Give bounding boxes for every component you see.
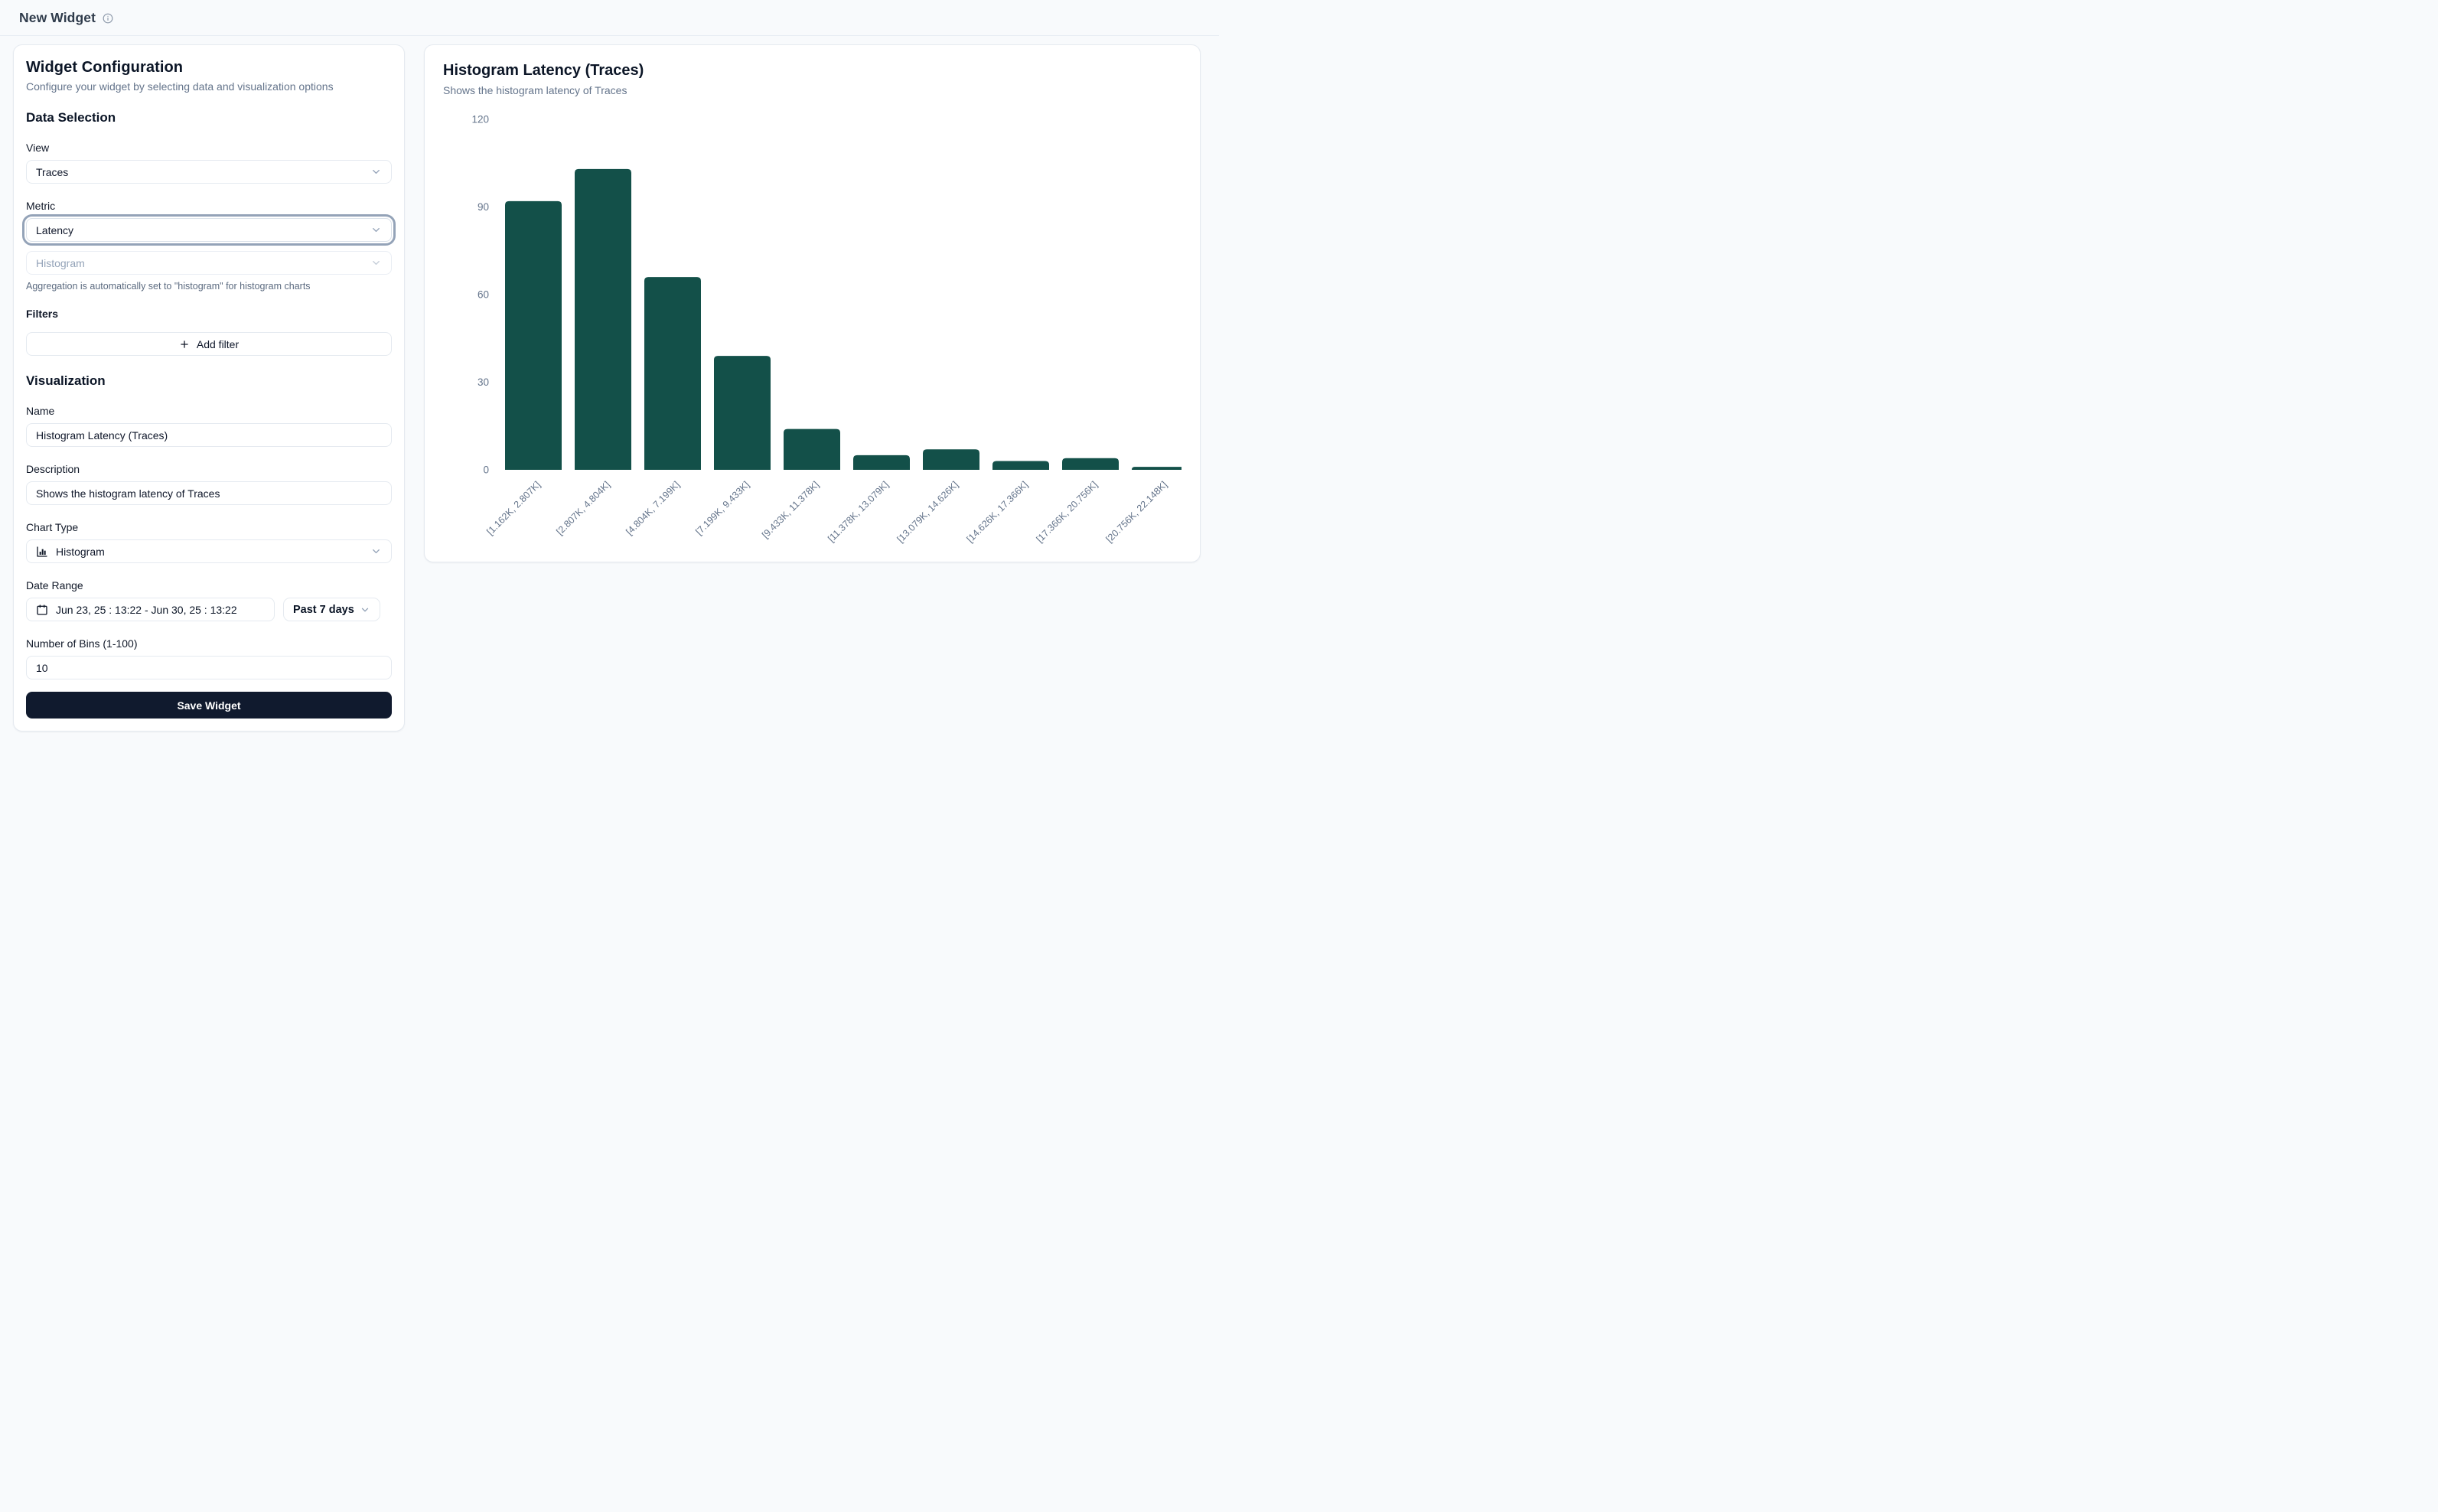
chevron-down-icon bbox=[360, 604, 370, 615]
chevron-down-icon bbox=[370, 224, 382, 236]
histogram-bar bbox=[853, 455, 910, 470]
data-selection-heading: Data Selection bbox=[26, 110, 392, 125]
histogram-bar bbox=[992, 461, 1049, 470]
x-axis-tick-label: [9.433K, 11.378K] bbox=[760, 479, 821, 540]
chart-subtitle: Shows the histogram latency of Traces bbox=[443, 84, 1182, 96]
histogram-bar bbox=[575, 169, 631, 470]
config-title: Widget Configuration bbox=[26, 59, 392, 77]
x-axis-tick-label: [11.378K, 13.079K] bbox=[826, 479, 891, 544]
x-axis-tick-label: [1.162K, 2.807K] bbox=[484, 479, 543, 537]
histogram-bar bbox=[1132, 467, 1182, 470]
y-axis-tick-label: 30 bbox=[477, 376, 489, 388]
histogram-bar bbox=[923, 449, 979, 470]
chart-preview-panel: Histogram Latency (Traces) Shows the his… bbox=[424, 44, 1201, 562]
histogram-bar bbox=[644, 277, 701, 470]
date-preset-value: Past 7 days bbox=[293, 604, 354, 616]
bins-input[interactable] bbox=[26, 656, 392, 679]
aggregation-select: Histogram bbox=[26, 251, 392, 275]
histogram-bar bbox=[1062, 458, 1119, 470]
date-range-value: Jun 23, 25 : 13:22 - Jun 30, 25 : 13:22 bbox=[56, 604, 237, 616]
config-subtitle: Configure your widget by selecting data … bbox=[26, 80, 392, 93]
x-axis-tick-label: [14.626K, 17.366K] bbox=[965, 479, 1031, 545]
chart-type-select-value: Histogram bbox=[56, 546, 105, 558]
histogram-bar bbox=[505, 201, 562, 470]
aggregation-helper-text: Aggregation is automatically set to "his… bbox=[26, 281, 392, 292]
chevron-down-icon bbox=[370, 257, 382, 269]
plus-icon bbox=[179, 339, 190, 350]
metric-label: Metric bbox=[26, 200, 392, 212]
x-axis-tick-label: [17.366K, 20.756K] bbox=[1035, 479, 1100, 545]
histogram-bar bbox=[714, 356, 771, 470]
histogram-chart: 0 30 60 90 120 [1.162K, 2.807K][2.807K, 4.804… bbox=[443, 103, 1182, 550]
x-axis-tick-label: [4.804K, 7.199K] bbox=[624, 479, 682, 537]
date-range-label: Date Range bbox=[26, 579, 392, 591]
metric-select[interactable]: Latency bbox=[26, 218, 392, 242]
x-axis-tick-label: [13.079K, 14.626K] bbox=[895, 479, 961, 545]
y-axis-tick-label: 90 bbox=[477, 201, 489, 213]
name-input[interactable] bbox=[26, 423, 392, 447]
view-label: View bbox=[26, 142, 392, 154]
metric-select-value: Latency bbox=[36, 224, 73, 236]
aggregation-select-value: Histogram bbox=[36, 257, 85, 269]
view-select[interactable]: Traces bbox=[26, 160, 392, 184]
x-axis-tick-label: [20.756K, 22.148K] bbox=[1104, 479, 1170, 545]
y-axis-tick-label: 120 bbox=[471, 114, 489, 125]
view-select-value: Traces bbox=[36, 166, 68, 178]
y-axis-tick-label: 60 bbox=[477, 289, 489, 301]
save-widget-button[interactable]: Save Widget bbox=[26, 692, 392, 719]
chevron-down-icon bbox=[370, 166, 382, 178]
chart-title: Histogram Latency (Traces) bbox=[443, 62, 1182, 80]
y-axis-tick-label: 0 bbox=[483, 464, 489, 476]
page-header: New Widget bbox=[0, 0, 1219, 36]
x-axis-tick-label: [7.199K, 9.433K] bbox=[693, 479, 751, 537]
filters-label: Filters bbox=[26, 308, 392, 320]
chart-area: 0 30 60 90 120 [1.162K, 2.807K][2.807K, 4.804… bbox=[443, 103, 1182, 554]
page-title: New Widget bbox=[19, 10, 96, 26]
widget-configuration-panel: Widget Configuration Configure your widg… bbox=[13, 44, 405, 732]
x-axis-tick-label: [2.807K, 4.804K] bbox=[554, 479, 612, 537]
description-label: Description bbox=[26, 463, 392, 475]
calendar-icon bbox=[36, 604, 48, 616]
chart-type-label: Chart Type bbox=[26, 521, 392, 533]
add-filter-label: Add filter bbox=[197, 338, 239, 350]
chart-type-select[interactable]: Histogram bbox=[26, 539, 392, 563]
chevron-down-icon bbox=[370, 546, 382, 557]
bins-label: Number of Bins (1-100) bbox=[26, 637, 392, 650]
main-content: Widget Configuration Configure your widg… bbox=[0, 36, 1219, 732]
visualization-heading: Visualization bbox=[26, 373, 392, 389]
histogram-chart-icon bbox=[36, 546, 48, 558]
date-range-button[interactable]: Jun 23, 25 : 13:22 - Jun 30, 25 : 13:22 bbox=[26, 598, 275, 621]
histogram-bar bbox=[784, 429, 840, 470]
date-preset-select[interactable]: Past 7 days bbox=[283, 598, 380, 621]
name-label: Name bbox=[26, 405, 392, 417]
description-input[interactable] bbox=[26, 481, 392, 505]
info-icon[interactable] bbox=[103, 13, 113, 24]
add-filter-button[interactable]: Add filter bbox=[26, 332, 392, 356]
